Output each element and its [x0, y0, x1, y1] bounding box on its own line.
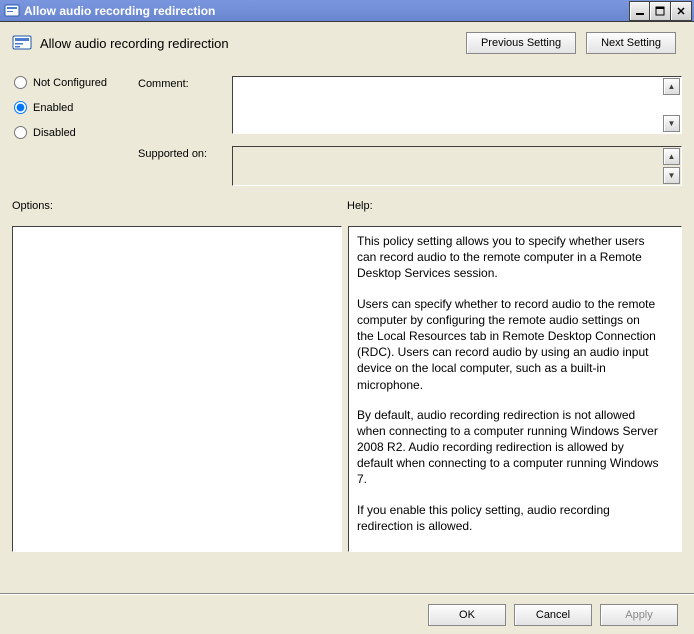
minimize-button[interactable]: [629, 1, 650, 21]
supported-on-field: ▲ ▼: [232, 146, 682, 186]
subheader: Allow audio recording redirection Previo…: [0, 22, 694, 54]
policy-icon: [4, 3, 20, 19]
scroll-down-icon[interactable]: ▼: [663, 115, 680, 132]
radio-disabled-label: Disabled: [33, 127, 76, 139]
radio-enabled[interactable]: Enabled: [14, 101, 134, 114]
policy-icon: [12, 33, 32, 53]
maximize-button[interactable]: [650, 1, 671, 21]
radio-not-configured-input[interactable]: [14, 76, 27, 89]
help-paragraph: If you enable this policy setting, audio…: [357, 502, 659, 534]
comment-textarea[interactable]: ▲ ▼: [232, 76, 682, 134]
radio-not-configured-label: Not Configured: [33, 77, 107, 89]
dialog-button-bar: OK Cancel Apply: [0, 594, 694, 634]
close-button[interactable]: [671, 1, 692, 21]
help-panel: This policy setting allows you to specif…: [348, 226, 682, 552]
ok-button[interactable]: OK: [428, 604, 506, 626]
radio-enabled-input[interactable]: [14, 101, 27, 114]
apply-button[interactable]: Apply: [600, 604, 678, 626]
help-paragraph: If you disable this policy setting, audi…: [357, 548, 659, 551]
window-title: Allow audio recording redirection: [24, 4, 215, 18]
scroll-down-icon[interactable]: ▼: [663, 167, 680, 184]
help-paragraph: By default, audio recording redirection …: [357, 407, 659, 488]
previous-setting-button[interactable]: Previous Setting: [466, 32, 576, 54]
scroll-up-icon[interactable]: ▲: [663, 78, 680, 95]
help-paragraph: Users can specify whether to record audi…: [357, 296, 659, 393]
help-paragraph: This policy setting allows you to specif…: [357, 233, 659, 282]
help-section-label: Help:: [347, 200, 373, 212]
radio-not-configured[interactable]: Not Configured: [14, 76, 134, 89]
supported-on-label: Supported on:: [138, 146, 228, 186]
scroll-up-icon[interactable]: ▲: [663, 148, 680, 165]
page-title: Allow audio recording redirection: [40, 36, 229, 51]
state-radio-group: Not Configured Enabled Disabled: [14, 76, 134, 186]
titlebar: Allow audio recording redirection: [0, 0, 694, 22]
radio-disabled-input[interactable]: [14, 126, 27, 139]
radio-disabled[interactable]: Disabled: [14, 126, 134, 139]
cancel-button[interactable]: Cancel: [514, 604, 592, 626]
radio-enabled-label: Enabled: [33, 102, 73, 114]
options-section-label: Options:: [12, 200, 347, 212]
comment-label: Comment:: [138, 76, 228, 134]
next-setting-button[interactable]: Next Setting: [586, 32, 676, 54]
options-panel: [12, 226, 342, 552]
